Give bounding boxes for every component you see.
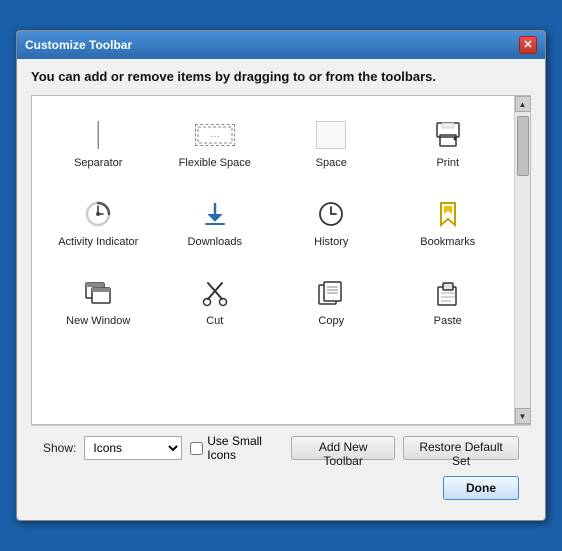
- bookmarks-label: Bookmarks: [420, 236, 475, 249]
- new-window-label: New Window: [66, 315, 130, 328]
- dialog-body: You can add or remove items by dragging …: [17, 59, 545, 521]
- toolbar-item-separator[interactable]: Separator: [42, 106, 155, 181]
- print-label: Print: [436, 157, 459, 170]
- paste-icon: [433, 275, 463, 311]
- small-icons-label: Use Small Icons: [207, 434, 283, 462]
- done-button[interactable]: Done: [443, 476, 519, 500]
- separator-icon: [97, 117, 99, 153]
- copy-label: Copy: [318, 315, 344, 328]
- show-label: Show:: [43, 441, 76, 455]
- paste-label: Paste: [434, 315, 462, 328]
- toolbar-item-activity-indicator[interactable]: Activity Indicator: [42, 185, 155, 260]
- downloads-label: Downloads: [188, 236, 242, 249]
- scroll-up-arrow[interactable]: ▲: [515, 96, 531, 112]
- history-icon: [316, 196, 346, 232]
- bottom-row: Done: [31, 470, 531, 510]
- toolbar-item-space[interactable]: Space: [275, 106, 388, 181]
- scroll-down-arrow[interactable]: ▼: [515, 408, 531, 424]
- cut-icon: [200, 275, 230, 311]
- instructions-text: You can add or remove items by dragging …: [31, 69, 531, 86]
- small-icons-checkbox-area: Use Small Icons: [190, 434, 283, 462]
- history-label: History: [314, 236, 348, 249]
- scrollbar[interactable]: ▲ ▼: [514, 96, 530, 424]
- space-label: Space: [316, 157, 347, 170]
- toolbar-item-downloads[interactable]: Downloads: [159, 185, 272, 260]
- activity-indicator-icon: [83, 196, 113, 232]
- title-bar: Customize Toolbar ✕: [17, 31, 545, 59]
- toolbar-item-paste[interactable]: Paste: [392, 264, 505, 339]
- svg-text:···: ···: [210, 131, 220, 142]
- print-icon: [433, 117, 463, 153]
- footer-bar: Show: Icons Icons and Text Text Only Use…: [31, 425, 531, 470]
- toolbar-items-area: Separator ··· Flexible Space: [31, 95, 531, 425]
- small-icons-checkbox[interactable]: [190, 442, 203, 455]
- space-icon: [316, 117, 346, 153]
- toolbar-item-cut[interactable]: Cut: [159, 264, 272, 339]
- downloads-icon: [200, 196, 230, 232]
- toolbar-item-new-window[interactable]: New Window: [42, 264, 155, 339]
- new-window-icon: [83, 275, 113, 311]
- flexible-space-icon: ···: [195, 117, 235, 153]
- items-grid: Separator ··· Flexible Space: [42, 106, 504, 339]
- toolbar-item-print[interactable]: Print: [392, 106, 505, 181]
- toolbar-item-flexible-space[interactable]: ··· Flexible Space: [159, 106, 272, 181]
- add-toolbar-button[interactable]: Add New Toolbar: [291, 436, 395, 460]
- scroll-thumb[interactable]: [517, 116, 529, 176]
- copy-icon: [316, 275, 346, 311]
- close-button[interactable]: ✕: [519, 36, 537, 54]
- scroll-track[interactable]: [516, 112, 530, 408]
- cut-label: Cut: [206, 315, 223, 328]
- toolbar-item-copy[interactable]: Copy: [275, 264, 388, 339]
- restore-button[interactable]: Restore Default Set: [403, 436, 519, 460]
- dialog-title: Customize Toolbar: [25, 38, 132, 52]
- bookmarks-icon: [433, 196, 463, 232]
- customize-toolbar-dialog: Customize Toolbar ✕ You can add or remov…: [16, 30, 546, 522]
- show-select[interactable]: Icons Icons and Text Text Only: [84, 436, 182, 460]
- activity-indicator-label: Activity Indicator: [58, 236, 138, 249]
- separator-label: Separator: [74, 157, 122, 170]
- flexible-space-label: Flexible Space: [179, 157, 251, 170]
- items-grid-wrapper: Separator ··· Flexible Space: [32, 96, 514, 424]
- toolbar-item-history[interactable]: History: [275, 185, 388, 260]
- toolbar-item-bookmarks[interactable]: Bookmarks: [392, 185, 505, 260]
